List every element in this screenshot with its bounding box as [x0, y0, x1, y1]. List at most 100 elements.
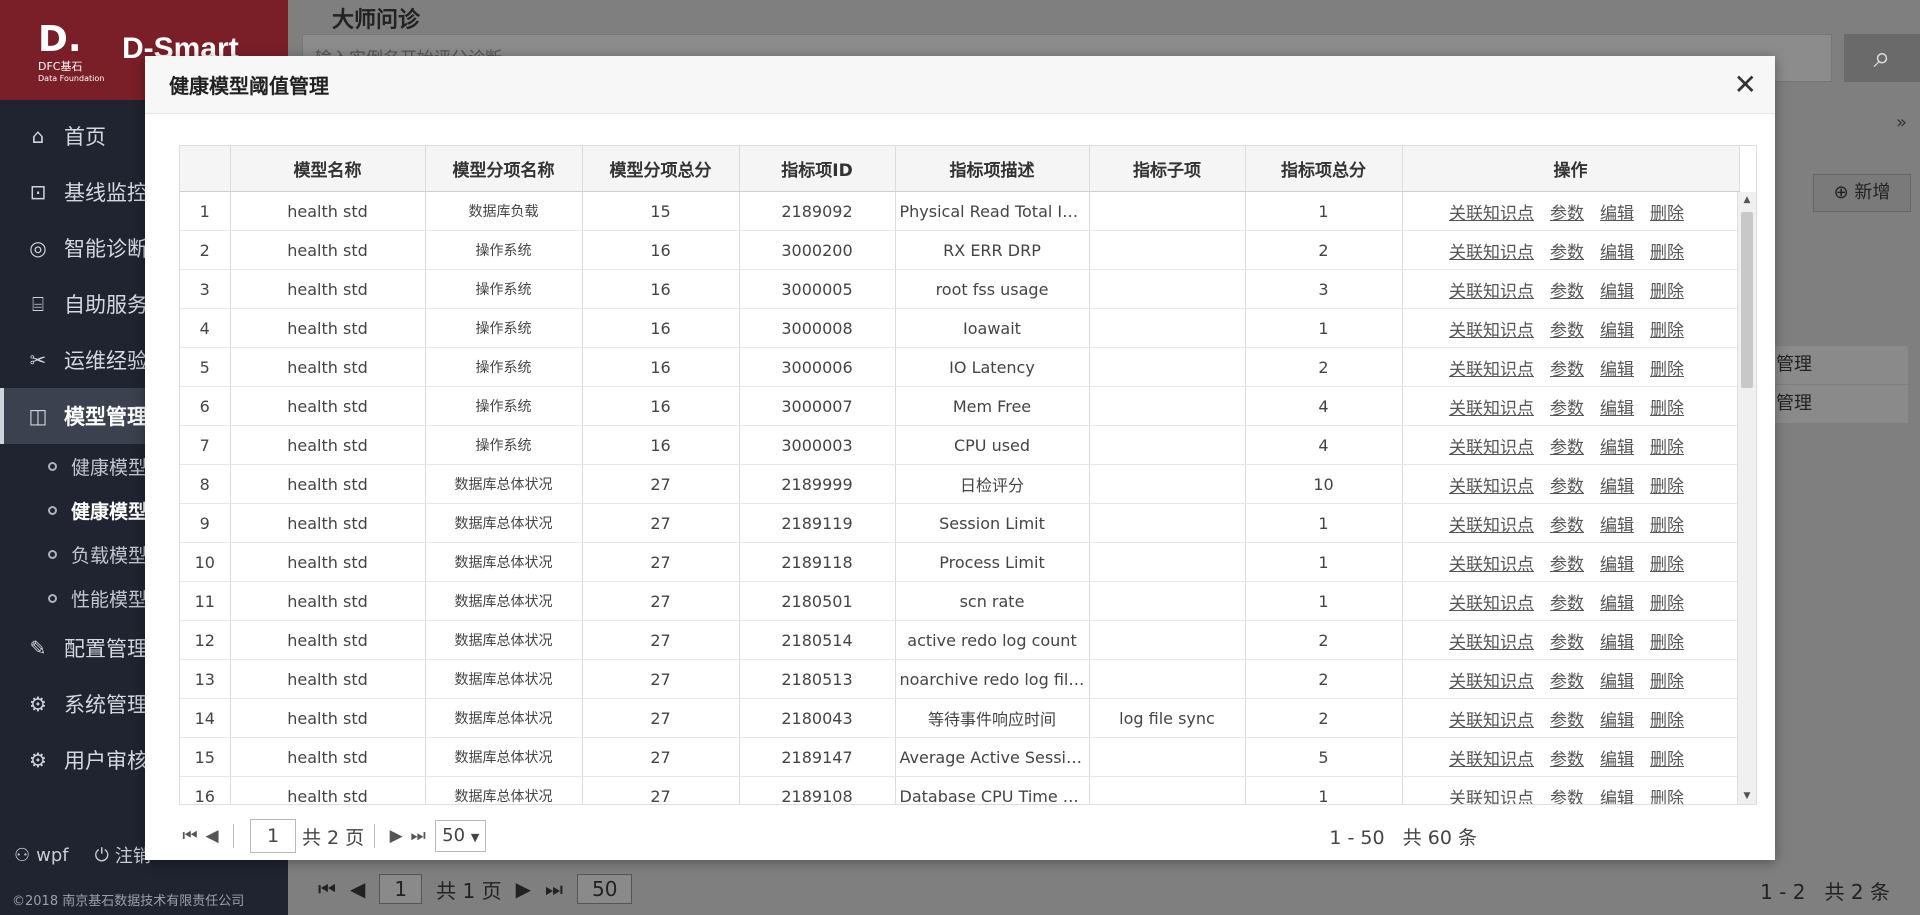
link-knowledge-link[interactable]: 关联知识点 — [1449, 672, 1534, 692]
scroll-thumb[interactable] — [1741, 212, 1753, 388]
delete-link[interactable]: 删除 — [1650, 594, 1684, 614]
edit-link[interactable]: 编辑 — [1600, 321, 1634, 341]
params-link[interactable]: 参数 — [1550, 594, 1584, 614]
delete-link[interactable]: 删除 — [1650, 789, 1684, 805]
params-link[interactable]: 参数 — [1550, 360, 1584, 380]
link-knowledge-link[interactable]: 关联知识点 — [1449, 399, 1534, 419]
delete-link[interactable]: 删除 — [1650, 750, 1684, 770]
link-knowledge-link[interactable]: 关联知识点 — [1449, 711, 1534, 731]
link-knowledge-link[interactable]: 关联知识点 — [1449, 438, 1534, 458]
power-icon[interactable]: ⏻ — [95, 845, 109, 866]
delete-link[interactable]: 删除 — [1650, 243, 1684, 263]
bg-page-input[interactable]: 1 — [379, 874, 423, 904]
edit-link[interactable]: 编辑 — [1600, 399, 1634, 419]
first-page-icon[interactable]: ⏮ — [179, 826, 201, 846]
link-knowledge-link[interactable]: 关联知识点 — [1449, 516, 1534, 536]
collapse-icon[interactable]: » — [1896, 112, 1907, 133]
table-row[interactable]: 15 health std 数据库总体状况 27 2189147 Average Acti… — [180, 737, 1740, 777]
table-row[interactable]: 12 health std 数据库总体状况 27 2180514 active redo … — [180, 620, 1740, 660]
edit-link[interactable]: 编辑 — [1600, 282, 1634, 302]
params-link[interactable]: 参数 — [1550, 516, 1584, 536]
table-row[interactable]: 1 health std 数据库负载 15 2189092 Physical Read T… — [180, 191, 1740, 231]
next-page-icon[interactable]: ▶ — [385, 826, 407, 846]
edit-link[interactable]: 编辑 — [1600, 711, 1634, 731]
table-row[interactable]: 2 health std 操作系统 16 3000200 RX ERR DRP 2 关联知识点… — [180, 230, 1740, 270]
table-row[interactable]: 13 health std 数据库总体状况 27 2180513 noarchive re… — [180, 659, 1740, 699]
table-row[interactable]: 5 health std 操作系统 16 3000006 IO Latency 2 关联知识点… — [180, 347, 1740, 387]
table-row[interactable]: 16 health std 数据库总体状况 27 2189108 Database CPU… — [180, 776, 1740, 805]
delete-link[interactable]: 删除 — [1650, 360, 1684, 380]
table-scrollbar[interactable]: ▲ ▼ — [1737, 192, 1756, 804]
edit-link[interactable]: 编辑 — [1600, 789, 1634, 805]
scroll-down-icon[interactable]: ▼ — [1738, 788, 1756, 804]
link-knowledge-link[interactable]: 关联知识点 — [1449, 204, 1534, 224]
table-row[interactable]: 8 health std 数据库总体状况 27 2189999 日检评分 10 关联知识点 参数… — [180, 464, 1740, 504]
edit-link[interactable]: 编辑 — [1600, 555, 1634, 575]
delete-link[interactable]: 删除 — [1650, 204, 1684, 224]
add-button[interactable]: ⊕ 新增 — [1813, 174, 1911, 212]
table-row[interactable]: 11 health std 数据库总体状况 27 2180501 scn rate 1 关联知… — [180, 581, 1740, 621]
table-row[interactable]: 3 health std 操作系统 16 3000005 root fss usage 3 关… — [180, 269, 1740, 309]
username[interactable]: wpf — [36, 845, 68, 866]
edit-link[interactable]: 编辑 — [1600, 477, 1634, 497]
edit-link[interactable]: 编辑 — [1600, 633, 1634, 653]
page-input[interactable]: 1 — [250, 819, 296, 853]
page-size-select[interactable]: 50 ▼ — [435, 820, 487, 852]
last-page-icon[interactable]: ⏭ — [407, 826, 429, 846]
params-link[interactable]: 参数 — [1550, 555, 1584, 575]
delete-link[interactable]: 删除 — [1650, 321, 1684, 341]
first-page-icon[interactable]: ⏮ — [318, 877, 336, 901]
params-link[interactable]: 参数 — [1550, 438, 1584, 458]
link-knowledge-link[interactable]: 关联知识点 — [1449, 243, 1534, 263]
params-link[interactable]: 参数 — [1550, 672, 1584, 692]
search-button[interactable]: ⌕ — [1844, 34, 1920, 82]
params-link[interactable]: 参数 — [1550, 789, 1584, 805]
edit-link[interactable]: 编辑 — [1600, 594, 1634, 614]
close-icon[interactable]: ✕ — [1734, 68, 1757, 101]
params-link[interactable]: 参数 — [1550, 399, 1584, 419]
edit-link[interactable]: 编辑 — [1600, 672, 1634, 692]
table-row[interactable]: 7 health std 操作系统 16 3000003 CPU used 4 关联知识点 参数… — [180, 425, 1740, 465]
prev-page-icon[interactable]: ◀ — [350, 877, 365, 901]
delete-link[interactable]: 删除 — [1650, 516, 1684, 536]
params-link[interactable]: 参数 — [1550, 477, 1584, 497]
delete-link[interactable]: 删除 — [1650, 672, 1684, 692]
link-knowledge-link[interactable]: 关联知识点 — [1449, 360, 1534, 380]
edit-link[interactable]: 编辑 — [1600, 438, 1634, 458]
delete-link[interactable]: 删除 — [1650, 633, 1684, 653]
link-knowledge-link[interactable]: 关联知识点 — [1449, 633, 1534, 653]
link-knowledge-link[interactable]: 关联知识点 — [1449, 750, 1534, 770]
table-row[interactable]: 9 health std 数据库总体状况 27 2189119 Session Limit… — [180, 503, 1740, 543]
delete-link[interactable]: 删除 — [1650, 555, 1684, 575]
delete-link[interactable]: 删除 — [1650, 711, 1684, 731]
params-link[interactable]: 参数 — [1550, 282, 1584, 302]
params-link[interactable]: 参数 — [1550, 243, 1584, 263]
params-link[interactable]: 参数 — [1550, 750, 1584, 770]
link-knowledge-link[interactable]: 关联知识点 — [1449, 789, 1534, 805]
edit-link[interactable]: 编辑 — [1600, 750, 1634, 770]
params-link[interactable]: 参数 — [1550, 204, 1584, 224]
prev-page-icon[interactable]: ◀ — [201, 826, 223, 846]
edit-link[interactable]: 编辑 — [1600, 516, 1634, 536]
edit-link[interactable]: 编辑 — [1600, 360, 1634, 380]
table-row[interactable]: 6 health std 操作系统 16 3000007 Mem Free 4 关联知识点 参数… — [180, 386, 1740, 426]
link-knowledge-link[interactable]: 关联知识点 — [1449, 321, 1534, 341]
link-knowledge-link[interactable]: 关联知识点 — [1449, 282, 1534, 302]
table-row[interactable]: 10 health std 数据库总体状况 27 2189118 Process Limi… — [180, 542, 1740, 582]
edit-link[interactable]: 编辑 — [1600, 204, 1634, 224]
table-row[interactable]: 4 health std 操作系统 16 3000008 Ioawait 1 关联知识点 参数编… — [180, 308, 1740, 348]
delete-link[interactable]: 删除 — [1650, 438, 1684, 458]
delete-link[interactable]: 删除 — [1650, 399, 1684, 419]
params-link[interactable]: 参数 — [1550, 711, 1584, 731]
bg-page-size-select[interactable]: 50 — [576, 874, 633, 904]
delete-link[interactable]: 删除 — [1650, 282, 1684, 302]
params-link[interactable]: 参数 — [1550, 633, 1584, 653]
delete-link[interactable]: 删除 — [1650, 477, 1684, 497]
link-knowledge-link[interactable]: 关联知识点 — [1449, 477, 1534, 497]
next-page-icon[interactable]: ▶ — [516, 877, 531, 901]
link-knowledge-link[interactable]: 关联知识点 — [1449, 555, 1534, 575]
scroll-up-icon[interactable]: ▲ — [1738, 192, 1756, 208]
table-row[interactable]: 14 health std 数据库总体状况 27 2180043 等待事件响应时间 log … — [180, 698, 1740, 738]
edit-link[interactable]: 编辑 — [1600, 243, 1634, 263]
last-page-icon[interactable]: ⏭ — [545, 877, 563, 901]
